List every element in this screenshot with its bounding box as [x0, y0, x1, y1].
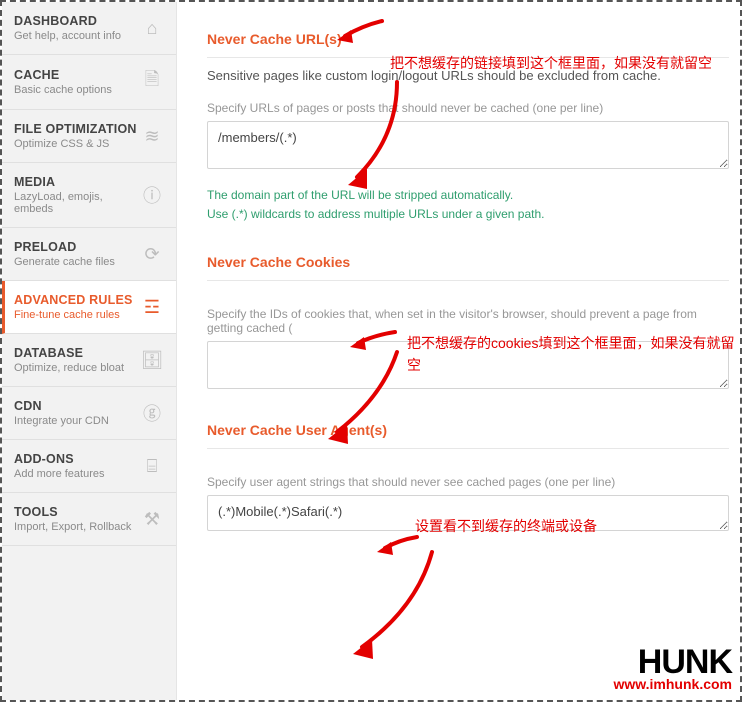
sidebar-item-title: DATABASE [14, 346, 138, 360]
sidebar-item-title: TOOLS [14, 505, 138, 519]
sidebar: DASHBOARD Get help, account info ⌂ CACHE… [2, 2, 177, 700]
never-cache-cookies-input[interactable] [207, 341, 729, 389]
section-never-cache-urls: Never Cache URL(s) Sensitive pages like … [207, 31, 729, 224]
field-hint: The domain part of the URL will be strip… [207, 186, 729, 224]
never-cache-ua-input[interactable] [207, 495, 729, 531]
sidebar-item-cache[interactable]: CACHE Basic cache options 🗎 [2, 55, 176, 110]
section-never-cache-user-agents: Never Cache User Agent(s) Specify user a… [207, 422, 729, 534]
sidebar-item-sub: LazyLoad, emojis, embeds [14, 191, 138, 215]
field-label: Specify URLs of pages or posts that shou… [207, 101, 729, 115]
sidebar-item-title: MEDIA [14, 175, 138, 189]
sidebar-item-advanced-rules[interactable]: ADVANCED RULES Fine-tune cache rules ☲ [2, 281, 176, 334]
sidebar-item-media[interactable]: MEDIA LazyLoad, emojis, embeds ⓘ [2, 163, 176, 228]
sidebar-item-sub: Fine-tune cache rules [14, 309, 138, 321]
sidebar-item-sub: Integrate your CDN [14, 415, 138, 427]
divider [207, 57, 729, 58]
sidebar-item-title: ADVANCED RULES [14, 293, 138, 307]
sidebar-item-cdn[interactable]: CDN Integrate your CDN ⓖ [2, 387, 176, 440]
sidebar-item-sub: Add more features [14, 468, 138, 480]
sidebar-item-title: ADD-ONS [14, 452, 138, 466]
sidebar-item-title: PRELOAD [14, 240, 138, 254]
sidebar-item-database[interactable]: DATABASE Optimize, reduce bloat 🗄 [2, 334, 176, 387]
field-label: Specify user agent strings that should n… [207, 475, 729, 489]
sidebar-item-title: CACHE [14, 68, 138, 82]
section-title: Never Cache User Agent(s) [207, 422, 729, 438]
media-icon: ⓘ [138, 182, 166, 208]
sidebar-item-title: FILE OPTIMIZATION [14, 122, 138, 136]
sidebar-item-dashboard[interactable]: DASHBOARD Get help, account info ⌂ [2, 2, 176, 55]
layers-icon: ≋ [138, 126, 166, 147]
database-icon: 🗄 [138, 350, 166, 371]
divider [207, 448, 729, 449]
sidebar-item-sub: Optimize CSS & JS [14, 138, 138, 150]
home-icon: ⌂ [138, 18, 166, 39]
sidebar-item-title: CDN [14, 399, 138, 413]
sidebar-item-sub: Basic cache options [14, 84, 138, 96]
sidebar-item-sub: Optimize, reduce bloat [14, 362, 138, 374]
sidebar-item-sub: Get help, account info [14, 30, 138, 42]
refresh-icon: ⟳ [138, 244, 166, 265]
section-description: Sensitive pages like custom login/logout… [207, 68, 729, 83]
divider [207, 280, 729, 281]
document-icon: 🗎 [138, 67, 166, 97]
field-label: Specify the IDs of cookies that, when se… [207, 307, 729, 335]
sidebar-item-sub: Generate cache files [14, 256, 138, 268]
addons-icon: ⌸ [138, 456, 166, 477]
section-never-cache-cookies: Never Cache Cookies Specify the IDs of c… [207, 254, 729, 392]
main-panel: Never Cache URL(s) Sensitive pages like … [177, 2, 742, 700]
sidebar-item-preload[interactable]: PRELOAD Generate cache files ⟳ [2, 228, 176, 281]
tools-icon: ⚒ [138, 509, 166, 530]
sidebar-item-sub: Import, Export, Rollback [14, 521, 138, 533]
sidebar-item-tools[interactable]: TOOLS Import, Export, Rollback ⚒ [2, 493, 176, 546]
sidebar-item-file-optimization[interactable]: FILE OPTIMIZATION Optimize CSS & JS ≋ [2, 110, 176, 163]
section-title: Never Cache Cookies [207, 254, 729, 270]
globe-icon: ⓖ [138, 400, 166, 426]
sidebar-item-addons[interactable]: ADD-ONS Add more features ⌸ [2, 440, 176, 493]
sidebar-item-title: DASHBOARD [14, 14, 138, 28]
sliders-icon: ☲ [138, 297, 166, 318]
never-cache-urls-input[interactable] [207, 121, 729, 169]
section-title: Never Cache URL(s) [207, 31, 729, 47]
